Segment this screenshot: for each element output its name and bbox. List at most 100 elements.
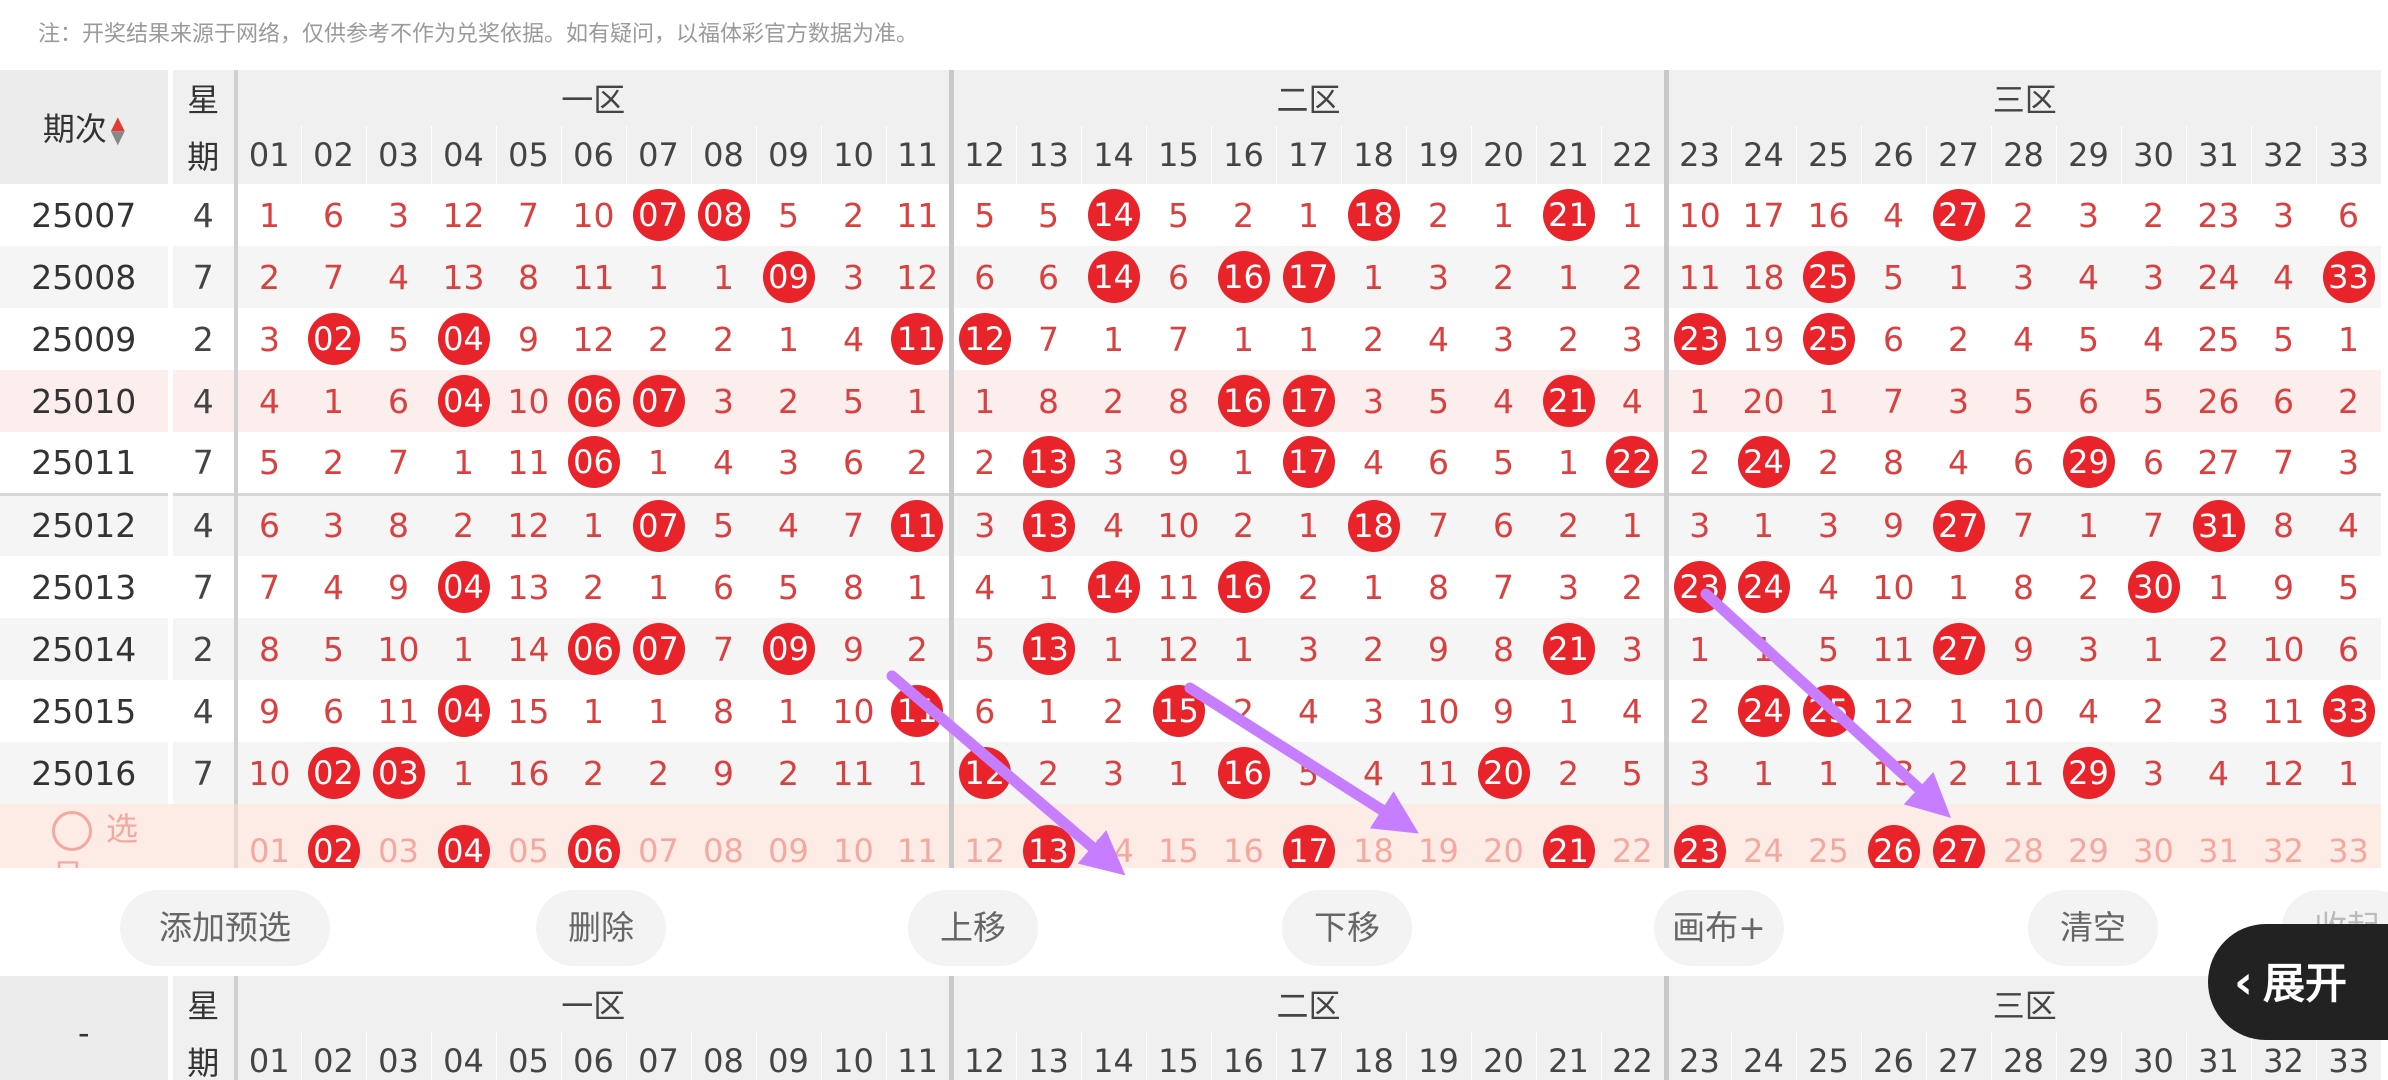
omission-cell: 6 bbox=[2338, 195, 2359, 235]
omission-cell: 2 bbox=[2078, 567, 2099, 607]
omission-cell: 15 bbox=[507, 691, 550, 731]
omission-cell: 2 bbox=[1558, 319, 1579, 359]
omission-cell: 1 bbox=[886, 370, 951, 432]
weekday-cell: 7 bbox=[167, 246, 238, 308]
drawn-ball: 23 bbox=[1673, 313, 1726, 365]
omission-cell: 4 bbox=[236, 370, 301, 432]
radio-icon[interactable] bbox=[52, 811, 92, 851]
secondary-number-header-28: 28 bbox=[1990, 1032, 2056, 1080]
omission-cell: 3 bbox=[1406, 246, 1471, 308]
drawn-number-cell: 33 bbox=[2316, 680, 2381, 742]
omission-cell: 10 bbox=[572, 195, 615, 235]
omission-cell: 1 bbox=[1948, 567, 1969, 607]
omission-cell: 6 bbox=[1146, 246, 1211, 308]
omission-cell: 6 bbox=[236, 492, 301, 556]
drawn-number-cell: 16 bbox=[1211, 556, 1276, 618]
delete-button[interactable]: 删除 bbox=[536, 890, 666, 966]
omission-cell: 2 bbox=[2013, 195, 2034, 235]
omission-cell: 4 bbox=[2316, 492, 2381, 556]
drawn-ball: 11 bbox=[891, 313, 944, 365]
drawn-ball: 16 bbox=[1217, 561, 1270, 613]
drawn-number-cell: 27 bbox=[1926, 618, 1991, 680]
expand-button[interactable]: ‹ 展开 bbox=[2208, 924, 2388, 1040]
omission-cell: 4 bbox=[1428, 319, 1449, 359]
omission-cell: 10 bbox=[1872, 567, 1915, 607]
omission-cell: 3 bbox=[2208, 691, 2229, 731]
move-up-button[interactable]: 上移 bbox=[908, 890, 1038, 966]
omission-cell: 4 bbox=[1818, 567, 1839, 607]
omission-cell: 5 bbox=[259, 442, 280, 482]
secondary-number-header-14: 14 bbox=[1080, 1032, 1146, 1080]
drawn-ball: 06 bbox=[567, 375, 620, 427]
omission-cell: 4 bbox=[1081, 492, 1146, 556]
drawn-ball: 06 bbox=[567, 436, 620, 489]
omission-cell: 3 bbox=[2273, 195, 2294, 235]
sort-icon[interactable]: ▲ ▼ bbox=[111, 115, 125, 147]
omission-cell: 1 bbox=[1796, 370, 1861, 432]
table-row: 25016 7 10 02 03 1 16 2 2 9 2 11 1 12 2 3 1 16 5 4 11 20 2 5 3 1 1… bbox=[0, 742, 2381, 804]
weekday-cell: 7 bbox=[167, 432, 238, 494]
omission-cell: 2 bbox=[1663, 680, 1731, 742]
drawn-number-cell: 21 bbox=[1536, 184, 1601, 246]
omission-cell: 11 bbox=[1406, 742, 1471, 804]
omission-cell: 5 bbox=[1038, 195, 1059, 235]
omission-cell: 1 bbox=[1731, 492, 1796, 556]
omission-cell: 1 bbox=[648, 442, 669, 482]
table-row: 25008 7 2 7 4 13 8 11 1 1 09 3 12 6 6 14 6 16 17 1 3 2 1 2 11 18 2… bbox=[0, 246, 2381, 308]
drawn-ball: 09 bbox=[762, 251, 815, 303]
number-header-05: 05 bbox=[495, 126, 561, 184]
omission-cell: 1 bbox=[648, 567, 669, 607]
chevron-left-icon: ‹ bbox=[2234, 955, 2253, 1009]
secondary-week-header-bottom: 期 bbox=[167, 1032, 238, 1080]
omission-cell: 11 bbox=[896, 195, 939, 235]
omission-cell: 5 bbox=[1601, 742, 1666, 804]
canvas-plus-button[interactable]: 画布+ bbox=[1654, 890, 1784, 966]
add-preselect-button[interactable]: 添加预选 bbox=[120, 890, 330, 966]
drawn-number-cell: 24 bbox=[1731, 680, 1796, 742]
secondary-number-header-29: 29 bbox=[2055, 1032, 2121, 1080]
drawn-ball: 31 bbox=[2192, 499, 2245, 552]
omission-cell: 5 bbox=[948, 184, 1016, 246]
omission-cell: 8 bbox=[2251, 492, 2316, 556]
omission-cell: 5 bbox=[778, 195, 799, 235]
number-header-29: 29 bbox=[2055, 126, 2121, 184]
secondary-number-header-06: 06 bbox=[560, 1032, 626, 1080]
omission-cell: 23 bbox=[2197, 195, 2240, 235]
drawn-ball: 27 bbox=[1932, 499, 1985, 552]
weekday-cell: 4 bbox=[167, 492, 238, 556]
omission-cell: 2 bbox=[713, 319, 734, 359]
weekday-cell: 4 bbox=[167, 184, 238, 246]
omission-cell: 2 bbox=[236, 246, 301, 308]
drawn-ball: 33 bbox=[2322, 685, 2375, 737]
drawn-number-cell: 07 bbox=[626, 184, 691, 246]
omission-cell: 4 bbox=[948, 556, 1016, 618]
omission-cell: 8 bbox=[496, 246, 561, 308]
drawn-ball: 24 bbox=[1737, 436, 1790, 489]
omission-cell: 1 bbox=[2338, 319, 2359, 359]
issue-column-header[interactable]: 期次 ▲ ▼ bbox=[0, 70, 170, 184]
omission-cell: 1 bbox=[1621, 195, 1643, 235]
drawn-ball: 30 bbox=[2127, 561, 2180, 613]
drawn-ball: 23 bbox=[1673, 561, 1726, 613]
omission-cell: 10 bbox=[832, 691, 875, 731]
omission-cell: 2 bbox=[2316, 370, 2381, 432]
drawn-number-cell: 11 bbox=[886, 492, 951, 556]
omission-cell: 6 bbox=[2056, 370, 2121, 432]
table-row: 25011 7 5 2 7 1 11 06 1 4 3 6 2 2 13 3 9 1 17 4 6 5 1 22 2 24 2 8 4 6… bbox=[0, 432, 2381, 494]
number-header-28: 28 bbox=[1990, 126, 2056, 184]
omission-cell: 2 bbox=[906, 442, 928, 482]
move-down-button[interactable]: 下移 bbox=[1282, 890, 1412, 966]
omission-cell: 17 bbox=[1742, 195, 1785, 235]
number-header-12: 12 bbox=[948, 126, 1016, 184]
drawn-number-cell: 27 bbox=[1926, 492, 1991, 556]
omission-cell: 7 bbox=[2273, 442, 2294, 482]
omission-cell: 4 bbox=[843, 319, 864, 359]
omission-cell: 7 bbox=[821, 492, 886, 556]
omission-cell: 6 bbox=[1016, 246, 1081, 308]
clear-button[interactable]: 清空 bbox=[2028, 890, 2158, 966]
table-row: 25015 4 9 6 11 04 15 1 1 8 1 10 11 6 1 2 15 2 4 3 10 9 1 4 2 24 25… bbox=[0, 680, 2381, 742]
number-header-06: 06 bbox=[560, 126, 626, 184]
drawn-ball: 18 bbox=[1347, 189, 1400, 241]
omission-cell: 3 bbox=[1558, 567, 1579, 607]
omission-cell: 1 bbox=[1663, 618, 1731, 680]
